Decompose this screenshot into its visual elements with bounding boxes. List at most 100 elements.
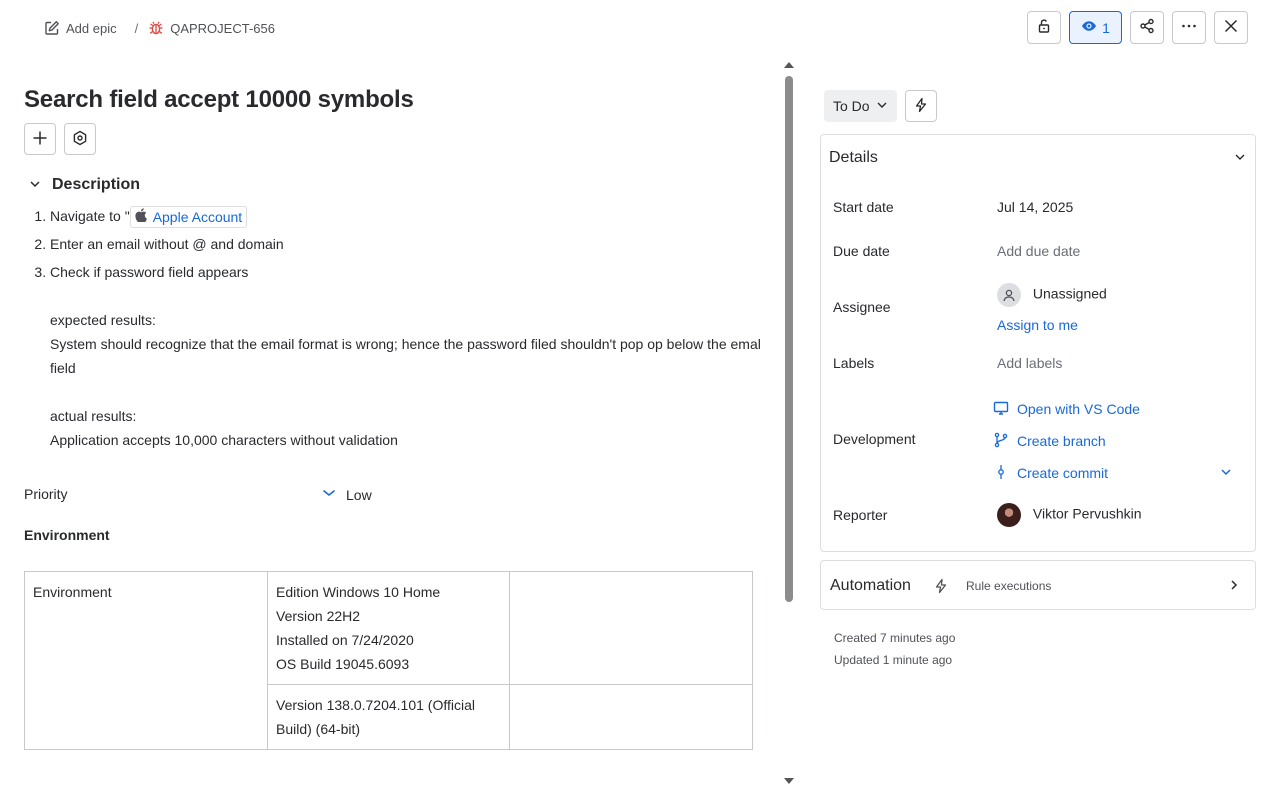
env-line: Version 138.0.7204.101 (Official (276, 697, 475, 713)
env-cell-text: Environment (33, 584, 112, 600)
lightning-icon (933, 578, 949, 597)
restrict-button[interactable] (1027, 11, 1061, 44)
monitor-icon (993, 400, 1009, 419)
breadcrumb-separator: / (134, 20, 139, 36)
share-icon (1139, 18, 1155, 37)
unlock-icon (1036, 18, 1052, 37)
automation-panel[interactable]: Automation Rule executions (820, 560, 1256, 610)
issue-key-link[interactable]: QAPROJECT-656 (148, 20, 275, 36)
breadcrumb: Add epic / QAPROJECT-656 (44, 18, 275, 38)
add-button[interactable] (24, 123, 56, 155)
labels-value[interactable]: Add labels (997, 355, 1062, 371)
top-actions: 1 (1027, 11, 1248, 44)
created-timestamp: Created 7 minutes ago (834, 631, 956, 645)
assign-to-me-link[interactable]: Assign to me (997, 317, 1078, 333)
status-row: To Do (824, 90, 937, 122)
description-heading: Description (52, 176, 141, 193)
chevron-down-icon (876, 98, 888, 114)
environment-table[interactable]: Environment Edition Windows 10 Home Vers… (24, 571, 753, 750)
assignee-value[interactable]: Unassigned (997, 283, 1107, 307)
assign-to-me-text: Assign to me (997, 317, 1078, 333)
step-item: Navigate to " Apple Account (50, 204, 774, 232)
commit-icon (993, 464, 1009, 483)
table-cell (509, 684, 753, 750)
chevron-down-icon (1219, 466, 1233, 482)
branch-icon (993, 432, 1009, 451)
status-value: To Do (833, 98, 870, 114)
issue-main-pane: Search field accept 10000 symbols Descri… (24, 60, 784, 787)
priority-value[interactable]: Low (322, 486, 372, 503)
actual-heading: actual results: (50, 408, 137, 424)
reporter-text: Viktor Pervushkin (1032, 505, 1142, 522)
env-line: Build) (64-bit) (276, 721, 361, 737)
table-cell: Version 138.0.7204.101 (Official Build) … (267, 684, 510, 750)
person-icon (997, 283, 1021, 307)
more-actions-button[interactable] (1172, 11, 1206, 44)
close-button[interactable] (1214, 11, 1248, 44)
expected-text: System should recognize that the email f… (50, 336, 761, 376)
add-epic-label: Add epic (66, 20, 117, 36)
scroll-up-arrow[interactable] (784, 62, 794, 68)
table-cell (509, 571, 753, 685)
issue-title[interactable]: Search field accept 10000 symbols (24, 86, 414, 114)
bug-icon (148, 20, 164, 36)
reporter-value[interactable]: Viktor Pervushkin (997, 503, 1142, 527)
lightning-icon (913, 97, 929, 116)
issue-meta: Created 7 minutes ago Updated 1 minute a… (834, 627, 955, 671)
plus-icon (32, 130, 48, 149)
settings-icon (72, 130, 88, 149)
more-icon (1181, 18, 1197, 37)
expected-heading: expected results: (50, 312, 156, 328)
development-expand[interactable] (1219, 465, 1233, 482)
scroll-down-arrow[interactable] (784, 778, 794, 784)
reporter-label: Reporter (833, 507, 888, 523)
priority-text: Low (346, 486, 372, 503)
priority-low-icon (322, 486, 336, 503)
issue-toolbar (24, 123, 96, 155)
updated-timestamp: Updated 1 minute ago (834, 653, 953, 667)
apps-button[interactable] (64, 123, 96, 155)
start-date-value[interactable]: Jul 14, 2025 (997, 199, 1073, 215)
development-label: Development (833, 431, 916, 447)
due-date-label: Due date (833, 243, 890, 259)
chevron-down-icon (28, 177, 42, 194)
create-commit-link[interactable]: Create commit (993, 463, 1108, 483)
labels-label: Labels (833, 355, 875, 371)
env-line: Installed on 7/24/2020 (276, 632, 414, 648)
edit-icon (44, 20, 60, 36)
open-vscode-link[interactable]: Open with VS Code (993, 399, 1140, 419)
add-epic-link[interactable]: Add epic (44, 20, 117, 36)
env-line: Version 22H2 (276, 608, 361, 624)
create-branch-label: Create branch (1017, 433, 1106, 449)
description-toggle[interactable]: Description (28, 176, 140, 194)
apple-account-link[interactable]: Apple Account (129, 206, 248, 229)
actual-text: Application accepts 10,000 characters wi… (50, 432, 398, 448)
steps-list: Navigate to " Apple Account Enter an emai… (34, 204, 774, 288)
step-item: Check if password field appears (50, 260, 774, 288)
environment-label: Environment (24, 527, 110, 543)
env-line: Edition Windows 10 Home (276, 584, 441, 600)
priority-label: Priority (24, 486, 68, 502)
chevron-right-icon (1227, 578, 1241, 595)
main-scrollbar[interactable] (783, 62, 795, 784)
watch-button[interactable]: 1 (1069, 11, 1122, 44)
due-date-value[interactable]: Add due date (997, 243, 1080, 259)
table-cell: Edition Windows 10 Home Version 22H2 Ins… (267, 571, 510, 685)
table-row: Environment Edition Windows 10 Home Vers… (24, 571, 753, 750)
actions-button[interactable] (904, 90, 937, 122)
share-button[interactable] (1130, 11, 1164, 44)
status-dropdown[interactable]: To Do (824, 90, 897, 122)
apple-icon (135, 207, 147, 227)
avatar (997, 503, 1021, 527)
scroll-thumb[interactable] (785, 76, 793, 602)
automation-sub: Rule executions (966, 579, 1052, 593)
apple-account-label: Apple Account (152, 209, 243, 226)
priority-field: Priority Low (24, 484, 784, 506)
description-body[interactable]: Navigate to " Apple Account Enter an emai… (34, 204, 774, 452)
chevron-down-icon (1233, 150, 1247, 167)
start-date-label: Start date (833, 199, 894, 215)
details-toggle[interactable]: Details (829, 149, 1247, 167)
eye-icon (1081, 18, 1097, 37)
create-branch-link[interactable]: Create branch (993, 431, 1106, 451)
details-heading: Details (829, 149, 878, 166)
